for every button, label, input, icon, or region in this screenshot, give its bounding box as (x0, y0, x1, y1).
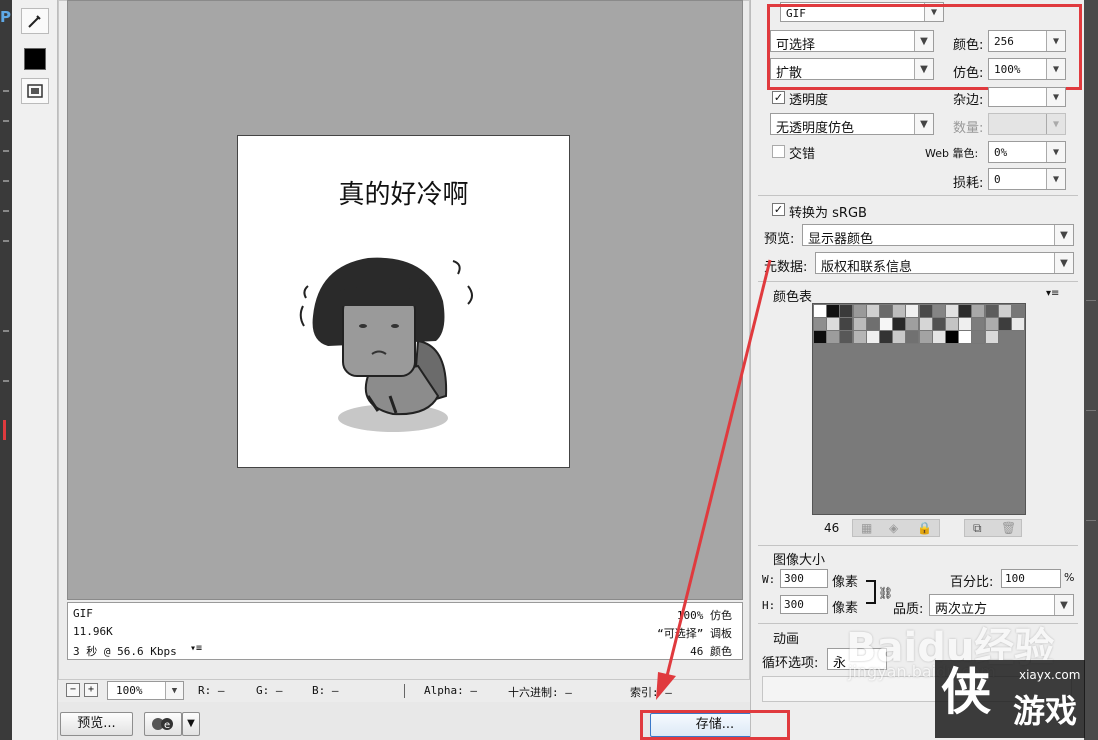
site-name: 游戏 (1013, 692, 1078, 730)
site-logo-badge: 侠 xiayx.com 游戏 (935, 660, 1085, 738)
save-highlight-box (640, 710, 790, 740)
site-logo-glyph: 侠 (941, 663, 991, 721)
site-url: xiayx.com (1019, 668, 1081, 682)
